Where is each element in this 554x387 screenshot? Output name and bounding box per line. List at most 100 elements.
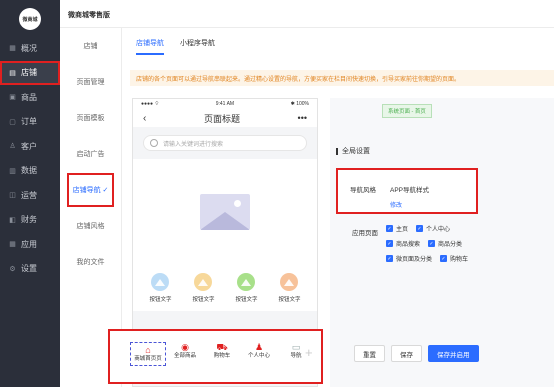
button-label: 按钮文字 [278, 297, 301, 303]
button-circle-icon [280, 273, 299, 291]
shop-logo[interactable]: 微商城 [19, 8, 41, 30]
edit-style-link[interactable]: 修改 [390, 200, 402, 209]
check-icon: ✓ [386, 240, 393, 247]
logo-text: 微商城 [22, 16, 38, 23]
checkbox-goods-category[interactable]: ✓ 商品分类 [428, 239, 462, 248]
product-name: 微商城零售版 [68, 12, 110, 19]
sidebar-item-overview[interactable]: ▦ 概况 [0, 36, 60, 61]
bottom-nav-item-home[interactable]: ⌂ 商城首页页 [130, 342, 166, 366]
button-circle-icon [151, 273, 170, 291]
goods-icon: ▣ [9, 94, 16, 102]
subnav-item-store-style[interactable]: 店铺风格 [60, 208, 121, 244]
tab-mini-program-nav[interactable]: 小程序导航 [180, 38, 215, 55]
button-circle-icon [194, 273, 213, 291]
check-icon: ✓ [440, 255, 448, 262]
image-placeholder-area[interactable] [133, 159, 317, 265]
subnav-item-label: 店铺导航 ✓ [66, 173, 115, 207]
guide-icon: ▭ [291, 342, 301, 352]
bottom-nav-label: 个人中心 [247, 353, 270, 359]
sidebar-item-customers[interactable]: ♙ 客户 [0, 134, 60, 159]
subnav-item-my-files[interactable]: 我的文件 [60, 244, 121, 280]
cart-icon: ⛟ [216, 342, 228, 352]
button-row: 按钮文字 按钮文字 按钮文字 按钮文字 [133, 265, 317, 311]
bottom-nav-item-all-goods[interactable]: ◉ 全部商品 [167, 342, 203, 366]
checkbox-label: 个人中心 [426, 227, 451, 233]
sidebar-item-label: 数据 [21, 166, 37, 176]
sidebar-item-label: 设置 [21, 264, 37, 274]
checkbox-home[interactable]: ✓ 主页 [386, 224, 408, 233]
check-icon: ✓ [386, 255, 393, 262]
subnav-item-store[interactable]: 店铺 [60, 28, 121, 64]
bottom-nav-items: ⌂ 商城首页页 ◉ 全部商品 ⛟ 购物车 ♟ 个人中心 ▭ 导航 [130, 342, 314, 366]
sidebar-item-label: 概况 [21, 43, 37, 53]
subnav-item-launch-ad[interactable]: 启动广告 [60, 136, 121, 172]
sidebar-item-label: 订单 [21, 117, 37, 127]
tab-bar: 店铺导航 小程序导航 [136, 38, 215, 55]
section-title: 全局设置 [336, 148, 370, 155]
sidebar-item-label: 商品 [21, 92, 37, 102]
info-notice: 店铺的各个页面可以通过导航串联起来。通过精心设置的导航，方便买家在栏目间快速切换… [130, 70, 554, 86]
button-label: 按钮文字 [235, 297, 258, 303]
save-and-enable-button[interactable]: 保存并启用 [428, 345, 479, 362]
marketing-icon: ◫ [9, 192, 16, 200]
apply-pages-label: 应用页面 [352, 230, 378, 237]
page-badge: 系统页面 - 首页 [382, 104, 432, 118]
sidebar-item-marketing[interactable]: ◫ 运营 [0, 183, 60, 208]
nav-style-box: 导航风格 APP导航样式 修改 [336, 168, 478, 214]
checkbox-user-center[interactable]: ✓ 个人中心 [416, 224, 450, 233]
subnav-item-store-nav[interactable]: 店铺导航 ✓ [60, 172, 121, 208]
checkbox-label: 购物车 [450, 257, 469, 263]
subnav-item-page-template[interactable]: 页面模板 [60, 100, 121, 136]
bottom-nav-label: 商城首页页 [134, 356, 162, 362]
more-dots-icon[interactable]: ••• [298, 113, 307, 123]
sidebar-item-label: 应用 [21, 239, 37, 249]
quick-button[interactable]: 按钮文字 [192, 273, 215, 311]
checkbox-label: 微页面及分类 [396, 257, 433, 263]
search-bar[interactable]: 请输入关键词进行搜索 [143, 135, 307, 151]
quick-button[interactable]: 按钮文字 [278, 273, 301, 311]
check-icon: ✓ [416, 225, 424, 232]
save-button[interactable]: 保存 [391, 345, 422, 362]
checkbox-micro-page[interactable]: ✓ 微页面及分类 [386, 254, 432, 263]
finance-icon: ◧ [9, 216, 16, 224]
nav-style-label: 导航风格 [350, 187, 376, 194]
checkbox-goods-search[interactable]: ✓ 商品搜索 [386, 239, 420, 248]
settings-panel: 系统页面 - 首页 全局设置 导航风格 APP导航样式 修改 应用页面 ✓ 主页 … [330, 98, 554, 387]
customer-icon: ♙ [9, 143, 16, 151]
status-time: 9:41 AM [215, 101, 235, 107]
sidebar-item-finance[interactable]: ◧ 财务 [0, 208, 60, 233]
button-label: 按钮文字 [192, 297, 215, 303]
tab-store-nav[interactable]: 店铺导航 [136, 38, 164, 55]
quick-button[interactable]: 按钮文字 [149, 273, 172, 311]
bottom-nav-item-user-center[interactable]: ♟ 个人中心 [241, 342, 277, 366]
all-goods-icon: ◉ [181, 342, 189, 352]
checkbox-label: 主页 [396, 227, 409, 233]
sidebar-item-data[interactable]: ▥ 数据 [0, 159, 60, 184]
user-icon: ♟ [254, 342, 264, 352]
sidebar-item-apps[interactable]: ▦ 应用 [0, 232, 60, 257]
settings-icon: ⚙ [9, 265, 16, 273]
sidebar-item-store[interactable]: ▤ 店铺 [0, 60, 60, 85]
checkbox-label: 商品搜索 [396, 242, 421, 248]
store-icon: ▤ [9, 69, 16, 77]
signal-icon: ●●●● ⌔ [141, 101, 160, 107]
image-placeholder-icon [200, 194, 250, 230]
bottom-nav-label: 全部商品 [173, 353, 196, 359]
bottom-nav-item-cart[interactable]: ⛟ 购物车 [204, 342, 240, 366]
add-nav-item-icon[interactable]: + [305, 345, 313, 360]
quick-button[interactable]: 按钮文字 [235, 273, 258, 311]
reset-button[interactable]: 重置 [354, 345, 385, 362]
subnav-item-page-manage[interactable]: 页面管理 [60, 64, 121, 100]
order-icon: ▢ [9, 118, 16, 126]
search-icon [150, 139, 158, 147]
data-icon: ▥ [9, 167, 16, 175]
back-arrow-icon[interactable]: ‹ [143, 113, 146, 124]
check-icon: ✓ [428, 240, 436, 247]
phone-status-bar: ●●●● ⌔ 9:41 AM ✱ 100% [133, 99, 317, 109]
sidebar-item-goods[interactable]: ▣ 商品 [0, 85, 60, 110]
phone-title-bar: ‹ 页面标题 ••• [133, 109, 317, 127]
checkbox-cart[interactable]: ✓ 购物车 [440, 254, 468, 263]
sidebar-item-settings[interactable]: ⚙ 设置 [0, 257, 60, 282]
sidebar-item-label: 客户 [21, 141, 37, 151]
sidebar-item-orders[interactable]: ▢ 订单 [0, 110, 60, 135]
